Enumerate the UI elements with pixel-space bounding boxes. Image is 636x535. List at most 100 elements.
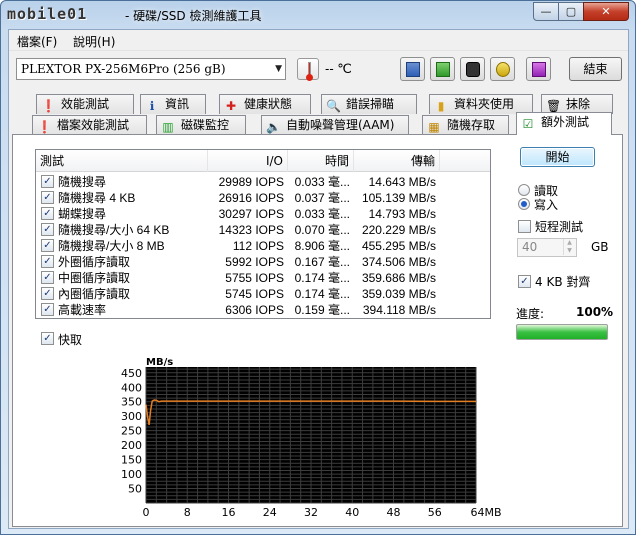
table-row[interactable]: ✓ 中圈循序讀取 5755 IOPS 0.174 毫... 359.686 MB/s	[36, 270, 490, 286]
spin-up-icon[interactable]: ▲	[563, 239, 575, 247]
row-io: 112 IOPS	[232, 239, 284, 253]
minimize-button[interactable]: —	[533, 2, 559, 21]
tab-label: 抹除	[566, 97, 591, 111]
table-row[interactable]: ✓ 內圈循序讀取 5745 IOPS 0.174 毫... 359.039 MB/s	[36, 286, 490, 302]
row-io: 29989 IOPS	[218, 175, 284, 189]
tab-label: 健康狀態	[244, 97, 293, 111]
exit-button[interactable]: 結束	[569, 57, 622, 81]
bar-chart-icon: ▥	[162, 120, 174, 134]
y-tick-label: 100	[121, 468, 142, 481]
copy-info-button[interactable]	[400, 57, 425, 81]
align-4kb-label: 4 KB 對齊	[535, 275, 591, 289]
options-button[interactable]	[490, 57, 515, 81]
tab-aam[interactable]: 🔈 自動噪聲管理(AAM)	[261, 115, 409, 135]
row-test-name: 隨機搜尋 4 KB	[58, 191, 136, 205]
maximize-button[interactable]: ▢	[558, 2, 584, 21]
tab-file-benchmark[interactable]: ❗ 檔案效能測試	[32, 115, 147, 135]
tab-extra-tests[interactable]: ☑ 額外測試	[516, 112, 612, 135]
y-tick-label: 150	[121, 454, 142, 467]
row-io: 14323 IOPS	[218, 223, 284, 237]
menu-file[interactable]: 檔案(F)	[17, 33, 57, 50]
row-test-name: 隨機搜尋/大小 64 KB	[58, 223, 170, 237]
short-test-checkbox[interactable]	[518, 220, 531, 233]
screenshot-button[interactable]	[460, 57, 485, 81]
row-rate: 394.118 MB/s	[362, 303, 436, 317]
row-time: 0.167 毫...	[294, 255, 350, 269]
row-checkbox[interactable]: ✓	[41, 271, 54, 284]
health-cross-icon: ✚	[225, 99, 237, 113]
tab-benchmark[interactable]: ❗ 效能測試	[36, 94, 134, 114]
y-tick-label: 50	[128, 483, 142, 496]
spin-down-icon[interactable]: ▼	[563, 247, 575, 255]
fast-checkbox[interactable]: ✓	[41, 332, 54, 345]
short-test-label: 短程測試	[535, 220, 584, 234]
size-value: 40	[522, 240, 538, 254]
x-tick-label: 64MB	[470, 506, 501, 519]
align-4kb-checkbox[interactable]: ✓	[518, 275, 531, 288]
write-radio[interactable]	[518, 198, 530, 210]
start-button[interactable]: 開始	[520, 147, 595, 167]
tab-error-scan[interactable]: 🔍 錯誤掃瞄	[321, 94, 417, 114]
x-tick-label: 56	[428, 506, 442, 519]
tab-disk-monitor[interactable]: ▥ 磁碟監控	[156, 115, 246, 135]
results-table[interactable]: 測試 I/O 時間 傳輸 ✓ 隨機搜尋 29989 IOPS 0.033 毫... 14…	[35, 149, 491, 319]
table-row[interactable]: ✓ 隨機搜尋 4 KB 26916 IOPS 0.037 毫... 105.139 MB…	[36, 190, 490, 206]
checklist-icon: ☑	[522, 117, 534, 131]
tab-health[interactable]: ✚ 健康狀態	[219, 94, 311, 114]
x-tick-label: 16	[222, 506, 236, 519]
row-rate: 359.686 MB/s	[361, 271, 436, 285]
row-rate: 14.793 MB/s	[368, 207, 436, 221]
x-tick-label: 24	[263, 506, 277, 519]
copy-all-button[interactable]	[430, 57, 455, 81]
trash-icon: 🗑	[546, 99, 562, 113]
row-io: 5992 IOPS	[225, 255, 284, 269]
tab-label: 資訊	[165, 97, 190, 111]
write-label: 寫入	[534, 198, 559, 212]
col-time[interactable]: 時間	[288, 150, 354, 172]
row-checkbox[interactable]: ✓	[41, 287, 54, 300]
download-button[interactable]	[526, 57, 551, 81]
close-button[interactable]: ✕	[583, 2, 629, 21]
y-tick-label: 450	[121, 367, 142, 380]
tab-info[interactable]: ℹ 資訊	[140, 94, 206, 114]
tab-label: 檔案效能測試	[57, 118, 130, 132]
table-row[interactable]: ✓ 隨機搜尋/大小 64 KB 14323 IOPS 0.070 毫... 220.22…	[36, 222, 490, 238]
row-checkbox[interactable]: ✓	[41, 255, 54, 268]
table-row[interactable]: ✓ 隨機搜尋/大小 8 MB 112 IOPS 8.906 毫... 455.295 M…	[36, 238, 490, 254]
row-checkbox[interactable]: ✓	[41, 175, 54, 188]
table-row[interactable]: ✓ 高載速率 6306 IOPS 0.159 毫... 394.118 MB/s	[36, 302, 490, 318]
exclamation-icon: ❗	[41, 99, 56, 113]
row-checkbox[interactable]: ✓	[41, 191, 54, 204]
col-test[interactable]: 測試	[36, 150, 208, 172]
x-tick-label: 32	[304, 506, 318, 519]
fast-label: 快取	[58, 333, 83, 347]
title-bar[interactable]: mobile01 - 硬碟/SSD 檢測維護工具 — ▢ ✕	[1, 1, 635, 29]
tab-label: 效能測試	[61, 97, 110, 111]
read-radio[interactable]	[518, 184, 530, 196]
row-rate: 374.506 MB/s	[361, 255, 436, 269]
copy-icon	[406, 62, 420, 77]
row-io: 6306 IOPS	[225, 303, 284, 317]
menu-help[interactable]: 說明(H)	[73, 33, 115, 50]
col-rate[interactable]: 傳輸	[354, 150, 440, 172]
table-row[interactable]: ✓ 外圈循序讀取 5992 IOPS 0.167 毫... 374.506 MB/s	[36, 254, 490, 270]
tab-erase[interactable]: 🗑 抹除	[541, 94, 613, 114]
size-spinner[interactable]: 40 ▲ ▼	[517, 238, 577, 257]
y-tick-label: 200	[121, 439, 142, 452]
row-checkbox[interactable]: ✓	[41, 239, 54, 252]
tab-folder-usage[interactable]: ▮ 資料夾使用	[429, 94, 533, 114]
row-checkbox[interactable]: ✓	[41, 223, 54, 236]
app-window: mobile01 - 硬碟/SSD 檢測維護工具 — ▢ ✕ 檔案(F) 說明(…	[0, 0, 636, 535]
tab-random-access[interactable]: ▦ 隨機存取	[422, 115, 509, 135]
row-checkbox[interactable]: ✓	[41, 207, 54, 220]
y-axis-label: MB/s	[146, 357, 173, 368]
row-checkbox[interactable]: ✓	[41, 303, 54, 316]
table-row[interactable]: ✓ 蝴蝶搜尋 30297 IOPS 0.033 毫... 14.793 MB/s	[36, 206, 490, 222]
y-tick-label: 400	[121, 381, 142, 394]
y-tick-label: 350	[121, 396, 142, 409]
table-row[interactable]: ✓ 隨機搜尋 29989 IOPS 0.033 毫... 14.643 MB/s	[36, 174, 490, 190]
col-io[interactable]: I/O	[208, 150, 288, 172]
drive-select[interactable]: PLEXTOR PX-256M6Pro (256 gB) ▼	[16, 58, 286, 80]
row-rate: 455.295 MB/s	[361, 239, 436, 253]
thermometer-icon[interactable]	[297, 58, 319, 81]
